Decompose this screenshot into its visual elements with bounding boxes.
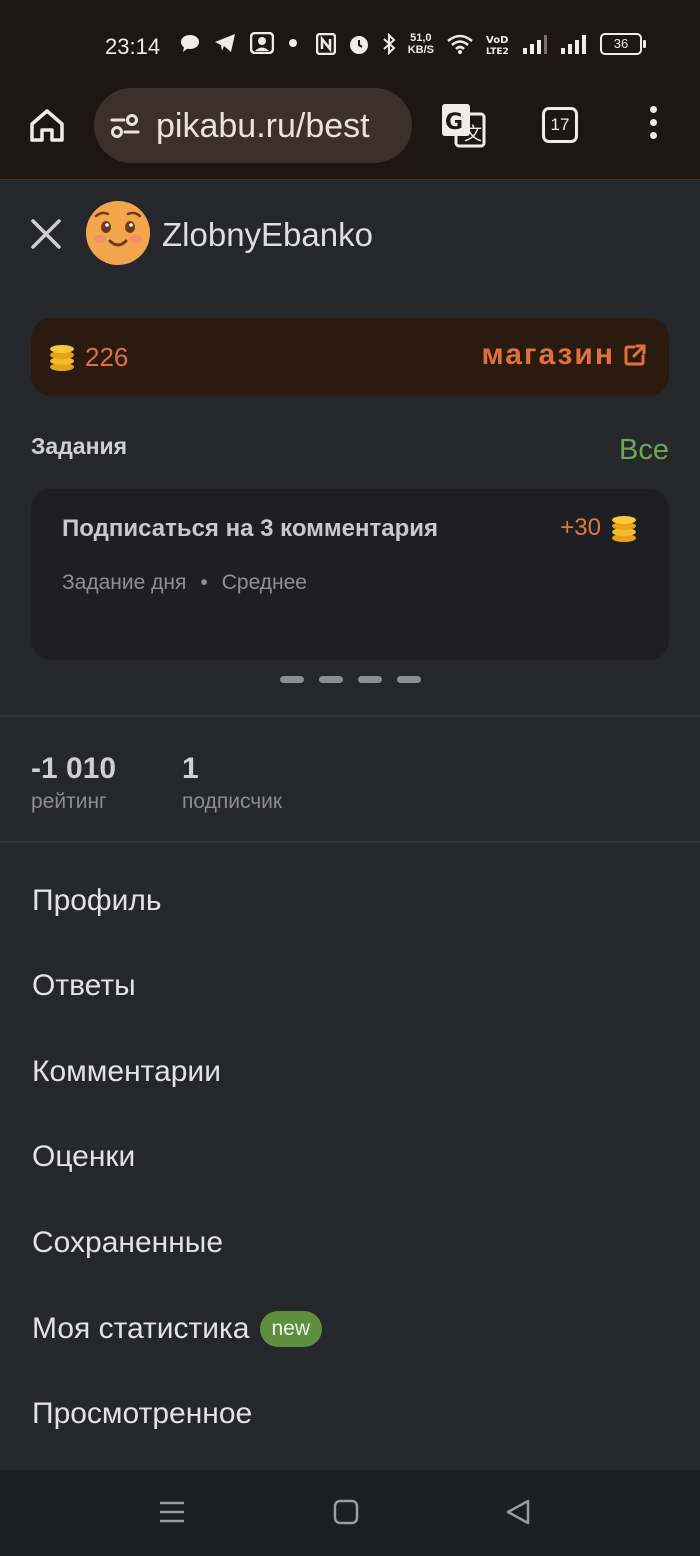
divider xyxy=(0,841,700,843)
shop-label[interactable]: магазин xyxy=(481,338,615,372)
new-badge: new xyxy=(259,1311,323,1347)
carousel-pager xyxy=(280,676,421,683)
divider xyxy=(0,715,700,717)
pager-dot[interactable] xyxy=(280,676,304,683)
gallery-icon xyxy=(250,32,274,54)
wifi-icon xyxy=(447,34,473,54)
separator-dot: • xyxy=(200,571,208,594)
system-nav-bar xyxy=(0,1470,700,1556)
menu-item-viewed[interactable]: Просмотренное xyxy=(32,1397,252,1431)
coins-icon xyxy=(50,345,74,371)
chat-bubble-icon xyxy=(181,35,199,52)
stat-label: рейтинг xyxy=(31,790,107,813)
recents-icon[interactable] xyxy=(158,1498,186,1526)
telegram-icon xyxy=(215,34,235,52)
menu-item-comments[interactable]: Комментарии xyxy=(32,1055,221,1089)
shop-link[interactable]: магазин xyxy=(481,338,647,372)
stat-rating[interactable]: -1 010 рейтинг xyxy=(31,752,116,814)
stat-value: -1 010 xyxy=(31,752,117,785)
address-bar[interactable]: pikabu.ru/best xyxy=(94,88,412,163)
tasks-title: Задания xyxy=(31,433,128,459)
translate-icon[interactable]: G 文 xyxy=(440,102,486,148)
status-bar: 23:14 51,0 KB/S VoD LTE2 36 xyxy=(0,0,700,88)
svg-text:LTE2: LTE2 xyxy=(486,47,509,55)
pager-dot[interactable] xyxy=(319,676,343,683)
home-icon[interactable] xyxy=(28,106,66,144)
close-icon[interactable] xyxy=(30,218,62,250)
stat-value: 1 xyxy=(182,752,199,785)
home-nav-icon[interactable] xyxy=(332,1498,360,1526)
volte-icon: VoDLTE2 xyxy=(486,35,509,55)
browser-toolbar: pikabu.ru/best G 文 17 xyxy=(0,88,700,180)
menu-item-replies[interactable]: Ответы xyxy=(32,969,136,1003)
menu-item-my-stats[interactable]: Моя статистика new xyxy=(32,1311,323,1347)
net-speed: 51,0 KB/S xyxy=(407,32,434,56)
wallet-bar: 226 магазин xyxy=(31,318,669,396)
task-difficulty: Среднее xyxy=(221,571,307,594)
task-meta: Задание дня • Среднее xyxy=(62,571,307,595)
site-settings-icon[interactable] xyxy=(110,113,140,139)
status-time: 23:14 xyxy=(105,34,161,59)
signal-icon xyxy=(523,35,547,54)
svg-text:G: G xyxy=(445,110,463,135)
svg-text:文: 文 xyxy=(464,124,482,145)
battery-icon: 36 xyxy=(600,33,646,55)
stat-subscribers[interactable]: 1 подписчик xyxy=(182,752,282,814)
pager-dot[interactable] xyxy=(358,676,382,683)
coins-icon xyxy=(612,516,636,542)
url-text[interactable]: pikabu.ru/best xyxy=(156,107,370,146)
signal-icon-2 xyxy=(561,35,586,54)
task-reward: +30 xyxy=(560,514,637,542)
bluetooth-icon xyxy=(383,33,396,55)
nfc-icon xyxy=(315,33,336,55)
stat-label: подписчик xyxy=(182,790,283,813)
alarm-icon xyxy=(349,36,368,54)
menu-item-saved[interactable]: Сохраненные xyxy=(32,1226,223,1260)
svg-text:VoD: VoD xyxy=(486,35,508,46)
avatar[interactable] xyxy=(86,201,150,265)
task-reward-amount: +30 xyxy=(560,514,601,541)
back-icon[interactable] xyxy=(504,1498,532,1526)
coin-balance: 226 xyxy=(85,342,129,372)
overflow-menu-icon[interactable] xyxy=(645,106,661,146)
menu-item-profile[interactable]: Профиль xyxy=(32,884,162,918)
tab-switcher-button[interactable]: 17 xyxy=(542,107,578,143)
menu-item-ratings[interactable]: Оценки xyxy=(32,1140,135,1174)
task-title: Подписаться на 3 комментария xyxy=(62,515,439,542)
dot-icon xyxy=(289,39,297,47)
external-link-icon xyxy=(624,344,646,366)
avatar-face-icon xyxy=(86,201,150,265)
pager-dot[interactable] xyxy=(397,676,421,683)
task-card[interactable]: Подписаться на 3 комментария +30 Задание… xyxy=(31,489,669,660)
task-type: Задание дня xyxy=(62,571,187,594)
tasks-all-link[interactable]: Все xyxy=(619,434,669,467)
username[interactable]: ZlobnyEbanko xyxy=(162,216,373,254)
